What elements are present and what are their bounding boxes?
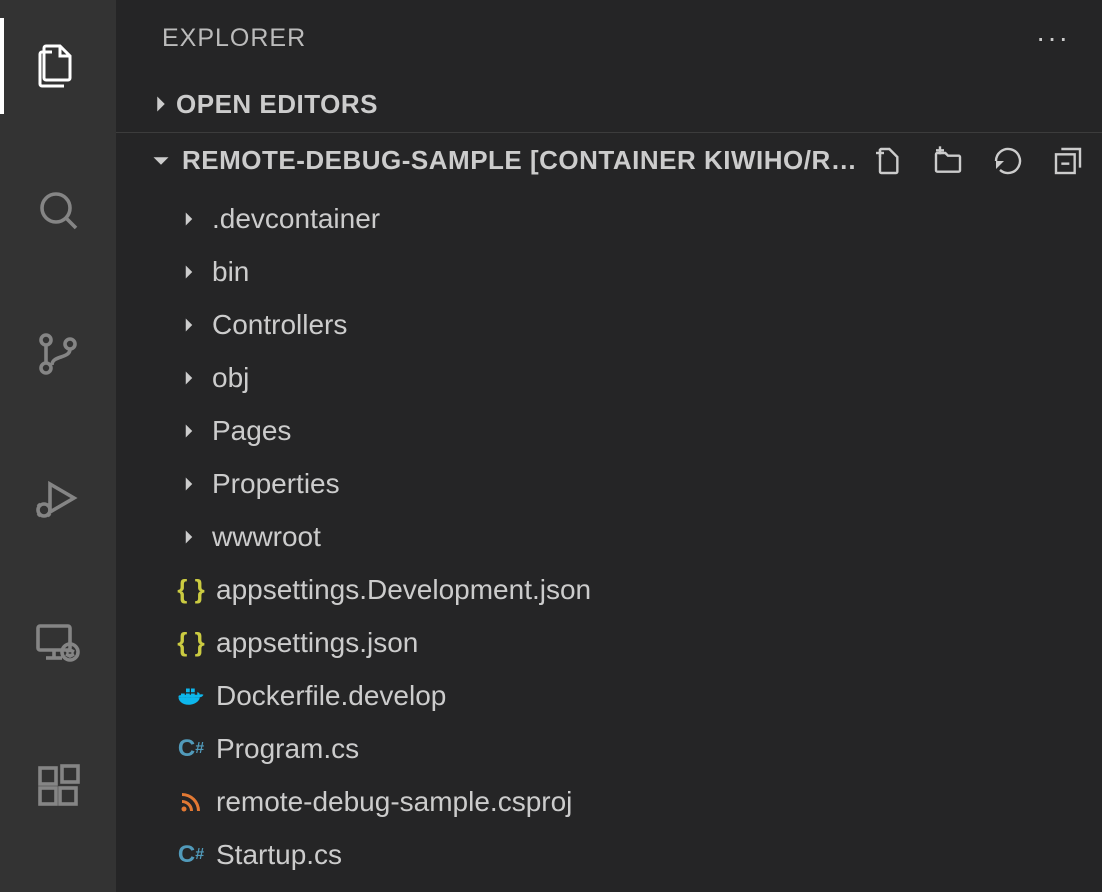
chevron-right-icon bbox=[176, 365, 202, 391]
activity-explorer[interactable] bbox=[0, 18, 116, 114]
file-tree: .devcontainer bin Controllers obj Pages … bbox=[116, 188, 1102, 885]
chevron-down-icon bbox=[146, 146, 176, 176]
folder-label: .devcontainer bbox=[212, 203, 380, 235]
workspace-header[interactable]: REMOTE-DEBUG-SAMPLE [CONTAINER KIWIHO/R… bbox=[116, 132, 1102, 188]
new-folder-icon[interactable] bbox=[932, 145, 964, 177]
file-label: appsettings.Development.json bbox=[216, 574, 591, 606]
sidebar-title: EXPLORER bbox=[162, 24, 306, 53]
activity-debug[interactable] bbox=[0, 450, 116, 546]
tree-file[interactable]: { } appsettings.Development.json bbox=[116, 563, 1102, 616]
tree-file[interactable]: C# Startup.cs bbox=[116, 828, 1102, 881]
activity-bar bbox=[0, 0, 116, 892]
explorer-sidebar: EXPLORER ··· OPEN EDITORS REMOTE-DEBUG-S… bbox=[116, 0, 1102, 892]
chevron-right-icon bbox=[176, 259, 202, 285]
extensions-icon bbox=[34, 762, 82, 810]
chevron-right-icon bbox=[176, 206, 202, 232]
tree-folder[interactable]: wwwroot bbox=[116, 510, 1102, 563]
files-icon bbox=[34, 42, 82, 90]
file-label: Program.cs bbox=[216, 733, 359, 765]
workspace-actions bbox=[860, 145, 1084, 177]
json-icon: { } bbox=[176, 575, 206, 605]
tree-folder[interactable]: Controllers bbox=[116, 298, 1102, 351]
chevron-right-icon bbox=[146, 89, 176, 119]
tree-file[interactable]: remote-debug-sample.csproj bbox=[116, 775, 1102, 828]
tree-folder[interactable]: Pages bbox=[116, 404, 1102, 457]
json-icon: { } bbox=[176, 628, 206, 658]
more-actions-icon[interactable]: ··· bbox=[1036, 22, 1070, 54]
tree-folder[interactable]: .devcontainer bbox=[116, 192, 1102, 245]
file-label: remote-debug-sample.csproj bbox=[216, 786, 572, 818]
folder-label: bin bbox=[212, 256, 249, 288]
chevron-right-icon bbox=[176, 312, 202, 338]
file-label: Dockerfile.develop bbox=[216, 680, 446, 712]
folder-label: obj bbox=[212, 362, 249, 394]
tree-file[interactable]: C# Program.cs bbox=[116, 722, 1102, 775]
new-file-icon[interactable] bbox=[872, 145, 904, 177]
docker-icon bbox=[176, 681, 206, 711]
tree-folder[interactable]: Properties bbox=[116, 457, 1102, 510]
csproj-icon bbox=[176, 787, 206, 817]
tree-file[interactable]: Dockerfile.develop bbox=[116, 669, 1102, 722]
activity-extensions[interactable] bbox=[0, 738, 116, 834]
sidebar-header: EXPLORER ··· bbox=[116, 0, 1102, 76]
folder-label: wwwroot bbox=[212, 521, 321, 553]
file-label: Startup.cs bbox=[216, 839, 342, 871]
open-editors-header[interactable]: OPEN EDITORS bbox=[116, 76, 1102, 132]
git-branch-icon bbox=[34, 330, 82, 378]
folder-label: Pages bbox=[212, 415, 291, 447]
search-icon bbox=[34, 186, 82, 234]
refresh-icon[interactable] bbox=[992, 145, 1024, 177]
activity-search[interactable] bbox=[0, 162, 116, 258]
remote-icon bbox=[34, 618, 82, 666]
open-editors-label: OPEN EDITORS bbox=[176, 89, 378, 120]
folder-label: Properties bbox=[212, 468, 340, 500]
activity-source-control[interactable] bbox=[0, 306, 116, 402]
tree-folder[interactable]: bin bbox=[116, 245, 1102, 298]
collapse-all-icon[interactable] bbox=[1052, 145, 1084, 177]
tree-file[interactable]: { } appsettings.json bbox=[116, 616, 1102, 669]
csharp-icon: C# bbox=[176, 840, 206, 870]
chevron-right-icon bbox=[176, 471, 202, 497]
csharp-icon: C# bbox=[176, 734, 206, 764]
folder-label: Controllers bbox=[212, 309, 347, 341]
tree-folder[interactable]: obj bbox=[116, 351, 1102, 404]
activity-remote[interactable] bbox=[0, 594, 116, 690]
file-label: appsettings.json bbox=[216, 627, 418, 659]
chevron-right-icon bbox=[176, 418, 202, 444]
chevron-right-icon bbox=[176, 524, 202, 550]
debug-icon bbox=[34, 474, 82, 522]
workspace-label: REMOTE-DEBUG-SAMPLE [CONTAINER KIWIHO/R… bbox=[182, 145, 857, 176]
